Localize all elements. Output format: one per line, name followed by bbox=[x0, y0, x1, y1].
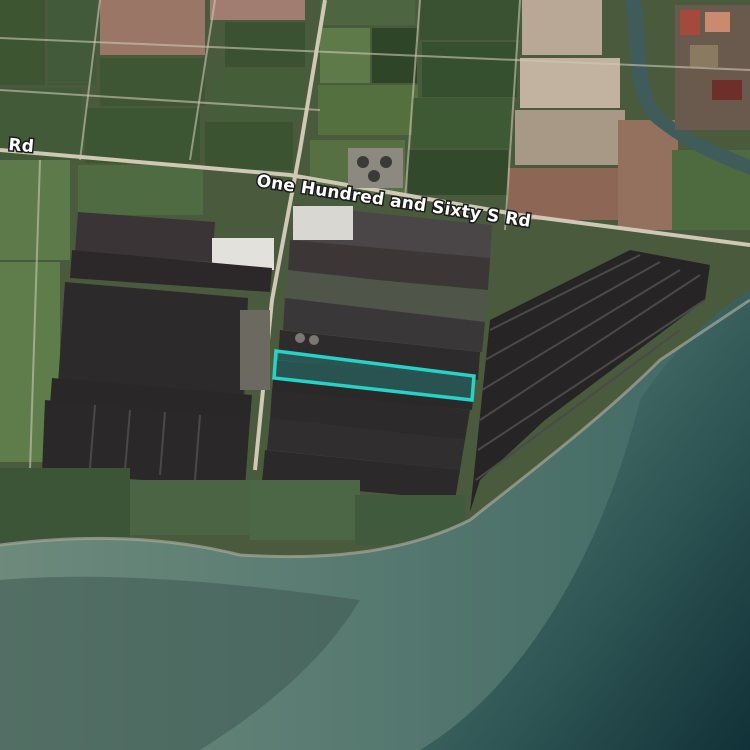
map-canvas: One Hundred and Sixty S Rd Rd bbox=[0, 0, 750, 750]
pumping-station bbox=[348, 148, 403, 188]
west-ponds bbox=[42, 212, 274, 488]
west-road-label: Rd bbox=[8, 135, 35, 157]
satellite-map[interactable]: One Hundred and Sixty S Rd Rd bbox=[0, 0, 750, 750]
